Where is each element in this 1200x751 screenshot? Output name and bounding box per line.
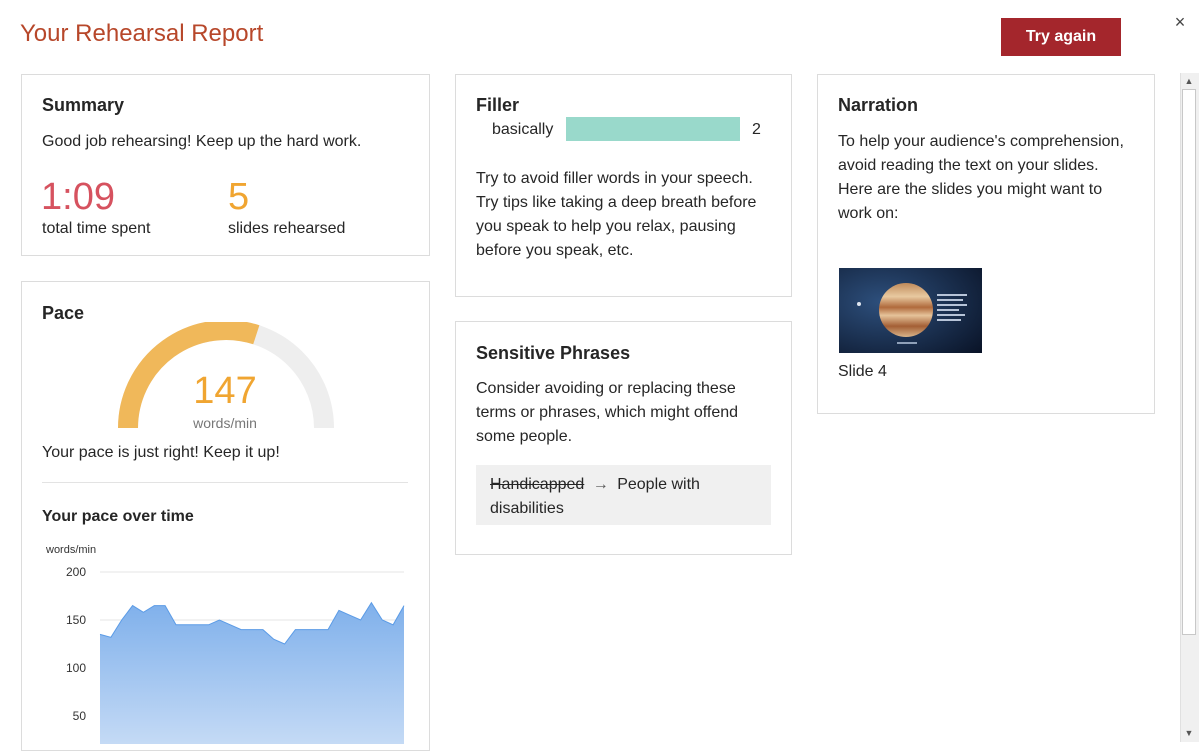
pace-unit: words/min [193,415,257,431]
sensitive-title: Sensitive Phrases [476,343,631,363]
sensitive-phrases-card: Sensitive Phrases Consider avoiding or r… [455,321,792,555]
total-time-label: total time spent [42,220,151,237]
filler-title: Filler [476,95,520,115]
pace-over-time-chart: words/min 200 150 100 50 [45,544,405,744]
pace-card: Pace 147 words/min Your pace is just rig… [21,281,430,751]
y-tick-label: 100 [66,661,86,675]
narration-title: Narration [838,95,919,115]
filler-bar [566,117,740,141]
filler-tip: Try to avoid filler words in your speech… [476,170,757,259]
try-again-button[interactable]: Try again [1001,18,1121,56]
filler-word: basically [492,121,554,138]
pace-area-series [100,602,404,744]
close-icon[interactable]: × [1170,12,1190,32]
jupiter-slide-image [839,268,982,353]
pace-message: Your pace is just right! Keep it up! [42,444,280,461]
divider [42,482,408,483]
narration-card: Narration To help your audience's compre… [817,74,1155,414]
pace-value: 147 [193,370,257,412]
page-title: Your Rehearsal Report [20,20,264,47]
original-phrase: Handicapped [490,476,585,493]
summary-message: Good job rehearsing! Keep up the hard wo… [42,133,362,150]
phrase-replacement-box: Handicapped → People with disabilities [476,465,771,525]
total-time-value: 1:09 [41,176,115,218]
narration-message-line2: Here are the slides you might want to wo… [838,181,1103,222]
filler-card: Filler basically 2 Try to avoid filler w… [455,74,792,297]
slide-thumbnail[interactable] [839,268,982,353]
arrow-right-icon: → [592,476,609,493]
sensitive-message: Consider avoiding or replacing these ter… [476,380,739,445]
chart-ylabel: words/min [45,544,96,556]
scroll-down-icon[interactable]: ▼ [1181,726,1197,740]
y-tick-label: 150 [66,613,86,627]
narration-message-line1: To help your audience's comprehension, a… [838,133,1124,174]
filler-count: 2 [752,121,761,138]
scroll-thumb[interactable] [1182,89,1196,635]
summary-card: Summary Good job rehearsing! Keep up the… [21,74,430,256]
y-tick-label: 50 [73,709,87,723]
pace-title: Pace [42,303,85,323]
slides-rehearsed-value: 5 [228,176,250,218]
summary-title: Summary [42,95,125,115]
slides-rehearsed-label: slides rehearsed [228,220,346,237]
pace-over-time-title: Your pace over time [42,508,194,525]
y-tick-label: 200 [66,565,86,579]
narration-message: To help your audience's comprehension, a… [838,130,1138,226]
slide-label: Slide 4 [838,363,887,380]
scroll-up-icon[interactable]: ▲ [1181,74,1197,88]
